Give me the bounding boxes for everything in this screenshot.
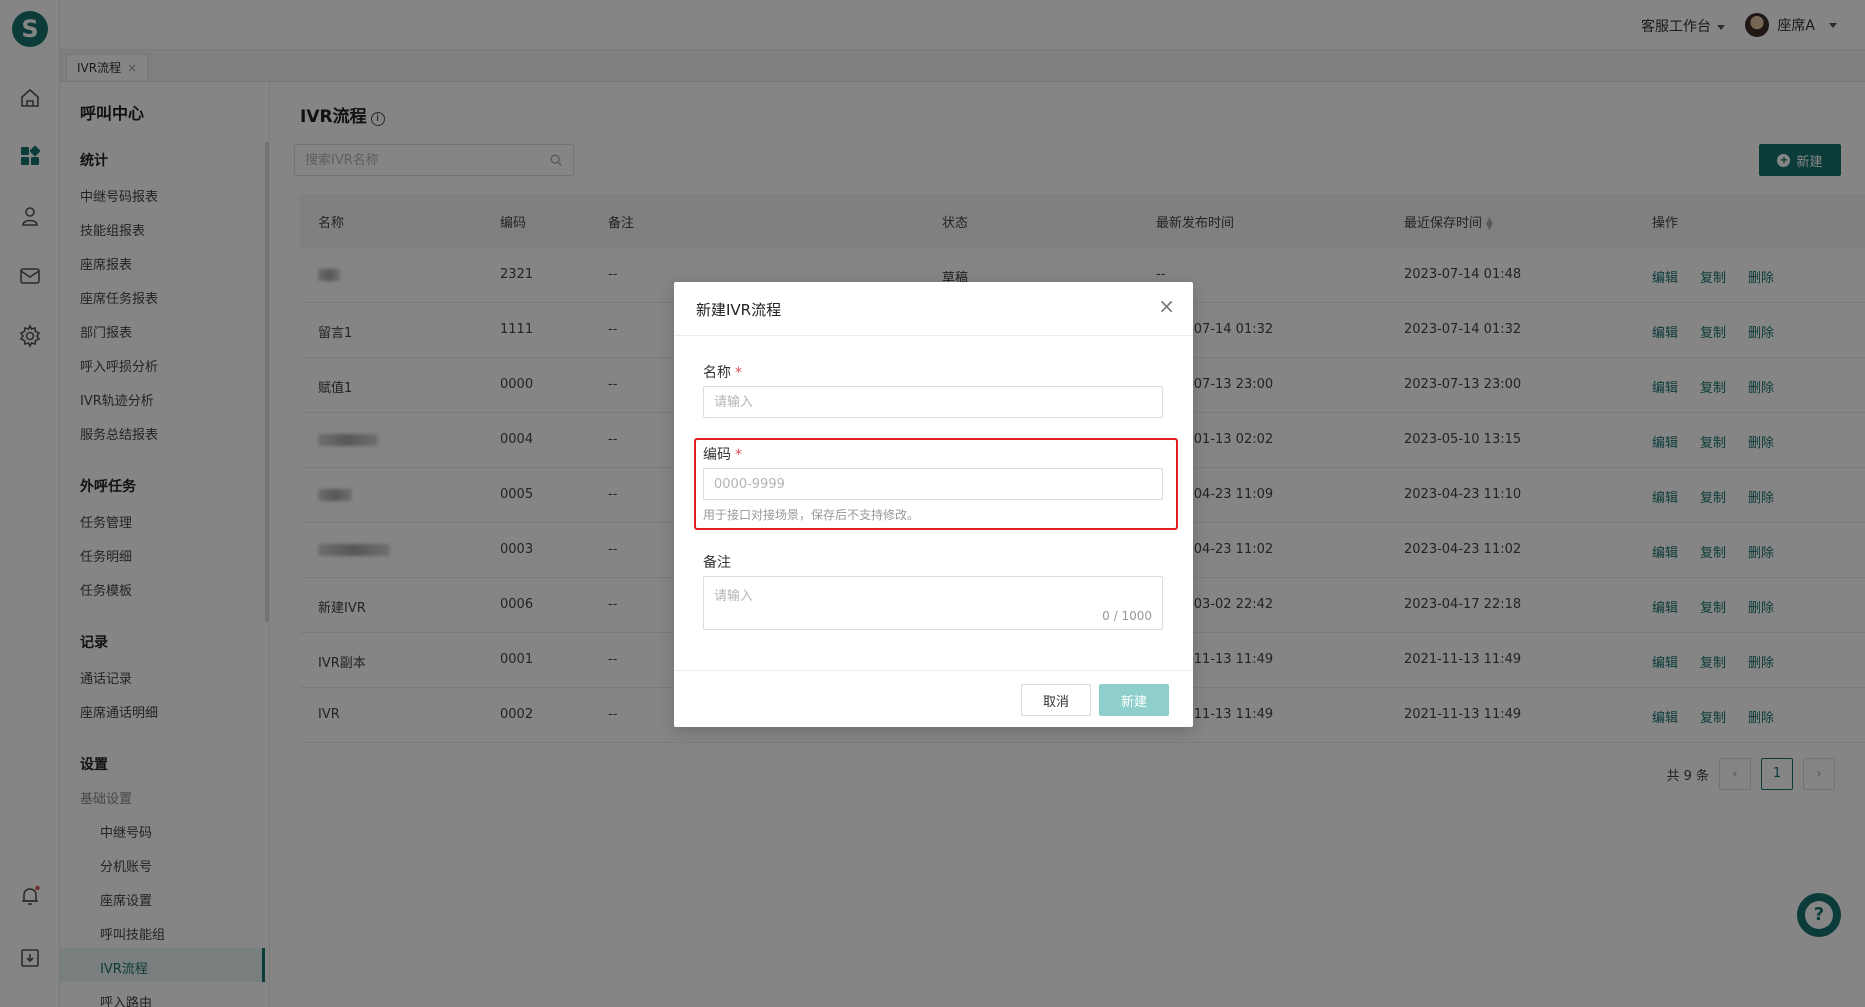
code-label: 编码 * <box>703 444 742 464</box>
note-textarea[interactable] <box>704 577 1162 613</box>
note-label: 备注 <box>703 555 731 571</box>
new-ivr-dialog: 新建IVR流程 × 名称* 编码* 用于接口对接场景，保存后不支持修改。 备注 … <box>674 282 1193 727</box>
code-label-text: 编码 <box>703 447 731 463</box>
required-mark: * <box>735 365 742 381</box>
create-button[interactable]: 新建 <box>1099 684 1169 716</box>
close-icon[interactable]: × <box>1158 296 1175 316</box>
code-input[interactable] <box>703 468 1163 500</box>
name-input[interactable] <box>703 386 1163 418</box>
note-field: 0 / 1000 <box>703 576 1163 630</box>
dialog-header: 新建IVR流程 × <box>674 282 1193 336</box>
dialog-footer: 取消 新建 <box>674 670 1193 727</box>
note-char-counter: 0 / 1000 <box>1102 609 1152 623</box>
code-hint: 用于接口对接场景，保存后不支持修改。 <box>703 508 920 522</box>
dialog-title: 新建IVR流程 <box>696 301 782 319</box>
name-label-text: 名称 <box>703 365 731 381</box>
cancel-button[interactable]: 取消 <box>1021 684 1091 716</box>
required-mark: * <box>735 447 742 463</box>
name-label: 名称 * <box>703 362 742 382</box>
